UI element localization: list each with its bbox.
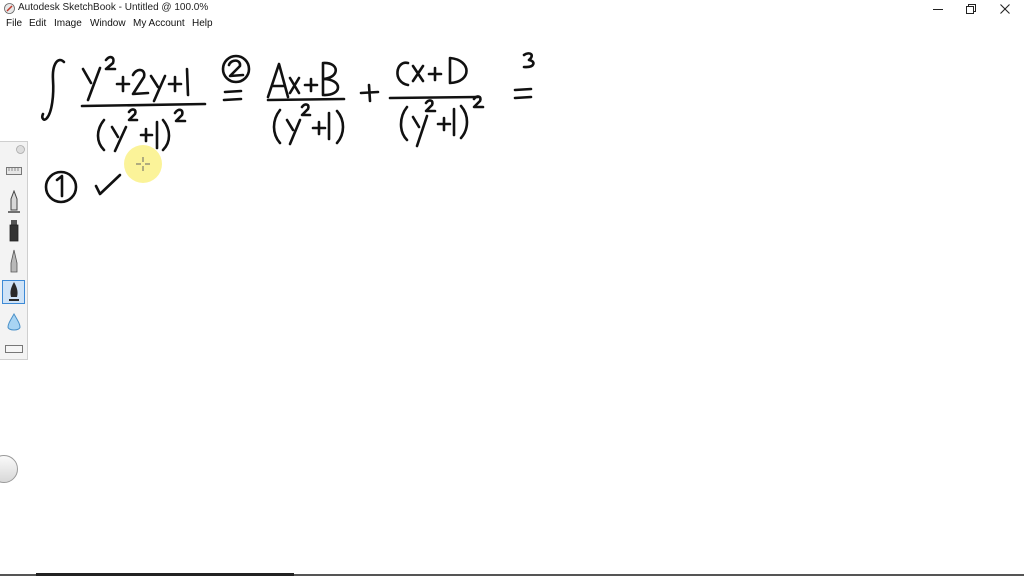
water-drop-icon (6, 313, 21, 331)
minimize-icon (933, 8, 943, 10)
title-bar: Autodesk SketchBook - Untitled @ 100.0% (0, 0, 1024, 17)
close-button[interactable] (988, 0, 1022, 17)
menu-file[interactable]: File (6, 18, 22, 29)
palette-close-icon[interactable] (16, 145, 25, 154)
pencil-icon (7, 190, 20, 213)
tool-marker[interactable] (2, 219, 25, 243)
sketchbook-logo-icon (4, 3, 15, 14)
airbrush-icon (10, 249, 17, 273)
restore-icon (966, 3, 976, 14)
menu-bar: File Edit Image Window My Account Help (0, 17, 1024, 33)
menu-my-account[interactable]: My Account (133, 18, 185, 29)
menu-image[interactable]: Image (54, 18, 82, 29)
minimize-button[interactable] (921, 0, 955, 17)
ruler-icon (5, 167, 22, 175)
drawing-canvas[interactable] (0, 33, 1024, 574)
ink-pen-icon (8, 282, 19, 301)
tool-airbrush[interactable] (2, 249, 25, 273)
restore-button[interactable] (954, 0, 988, 17)
handwritten-equation (41, 52, 535, 204)
tool-ruler[interactable] (2, 159, 25, 183)
menu-help[interactable]: Help (192, 18, 213, 29)
menu-edit[interactable]: Edit (29, 18, 46, 29)
tool-water-drop[interactable] (2, 311, 25, 335)
cursor-highlight (124, 145, 162, 183)
marker-icon (9, 220, 18, 242)
menu-window[interactable]: Window (90, 18, 126, 29)
crosshair-cursor-icon (136, 157, 150, 171)
tool-ink-pen[interactable] (2, 280, 25, 304)
eraser-icon (4, 345, 23, 353)
brush-palette (0, 141, 28, 360)
close-icon (1000, 3, 1010, 14)
window-title: Autodesk SketchBook - Untitled @ 100.0% (18, 2, 209, 13)
tool-pencil[interactable] (2, 190, 25, 214)
tool-eraser[interactable] (2, 337, 25, 361)
